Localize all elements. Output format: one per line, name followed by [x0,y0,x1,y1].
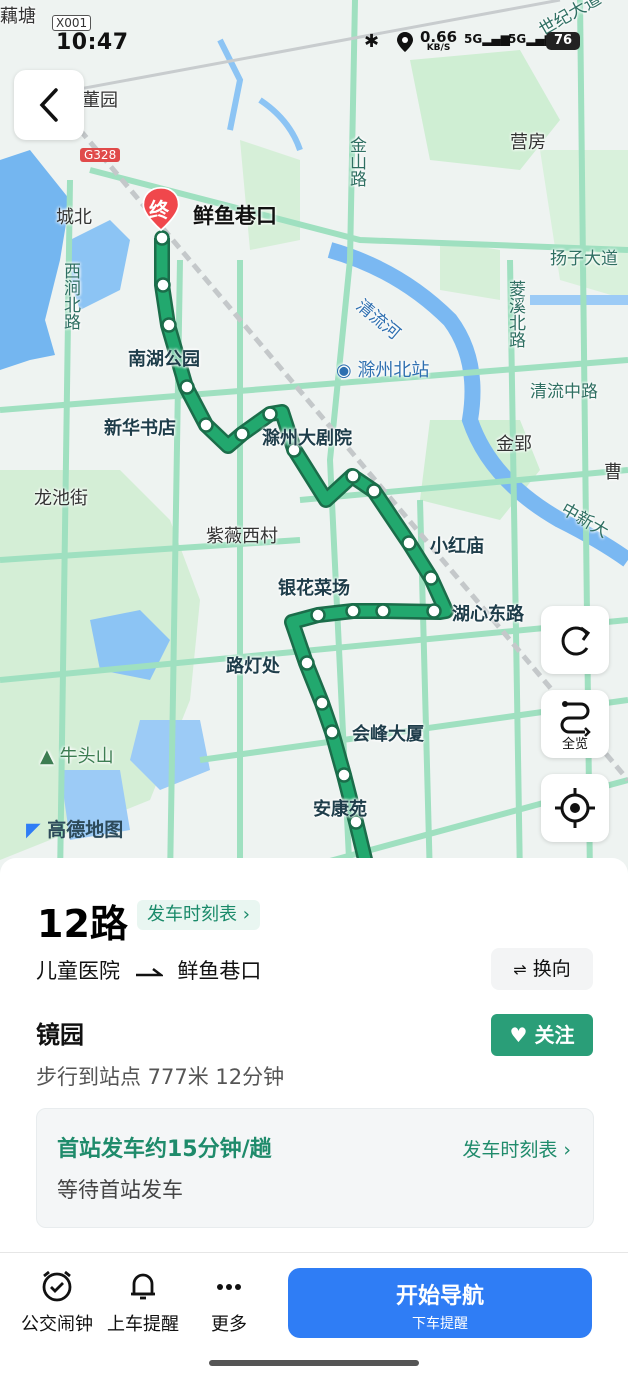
toolbar-divider [0,1252,628,1253]
map-label-chuzhou-north-text: 滁州北站 [357,360,430,381]
timetable-link[interactable]: 发车时刻表 › [462,1135,571,1162]
bluetooth-icon: ✱ [364,31,380,52]
map-stop-huifeng[interactable]: 会峰大厦 [352,720,424,746]
route-overview-icon [560,701,591,737]
map-label-lingxi-road: 菱溪北路 [505,280,525,348]
map-label-longchi: 龙池街 [34,488,88,509]
start-navigation-label: 开始导航 [395,1284,484,1309]
heart-icon: ♥ [509,1023,528,1047]
map-label-xijian-road: 西涧北路 [60,262,80,330]
carrier-tag: X001 [52,15,92,31]
follow-button[interactable]: ♥ 关注 [491,1014,593,1056]
timetable-chip-button[interactable]: 发车时刻表 › [137,900,260,930]
bus-alarm-button[interactable]: 公交闹钟 [12,1268,102,1336]
map-label-niutou: ▲ 牛头山 [40,746,114,767]
map-stop-xinhua[interactable]: 新华书店 [104,414,176,440]
map-stop-nanhu[interactable]: 南湖公园 [128,345,200,371]
map-stop-ankang[interactable]: 安康苑 [313,795,367,821]
locate-button[interactable] [541,774,609,842]
home-indicator[interactable] [209,1360,419,1366]
status-bar: X001 10:47 ✱ 0.66 KB/S 5G▂▄▆ 5G▂▄▆ 76 [0,0,628,70]
refresh-icon [561,626,591,656]
map-brand: ◤ 高德地图 [26,815,123,842]
chevron-left-icon [39,88,58,122]
overview-label: 全览 [561,737,588,752]
signal-1-label: 5G [464,32,483,46]
map-label-jinying: 金郢 [496,434,532,455]
map-label-dongyuan: 董园 [82,90,118,111]
signal-2-label: 5G [508,32,527,46]
map-label-niutou-text: 牛头山 [59,746,114,767]
back-button[interactable] [14,70,84,140]
boarding-reminder-button[interactable]: 上车提醒 [98,1268,188,1336]
map-stop-yinhua[interactable]: 银花菜场 [278,574,350,600]
switch-label: 换向 [532,958,571,980]
more-button[interactable]: 更多 [184,1268,274,1336]
bell-icon [131,1273,155,1300]
map-label-chuzhou-north: ◉ 滁州北站 [336,360,430,381]
map-stop-theater[interactable]: 滁州大剧院 [262,424,352,450]
alight-reminder-label: 下车提醒 [412,1316,468,1332]
map-label-yingfang: 营房 [510,132,546,153]
switch-direction-button[interactable]: ⇌ 换向 [491,948,593,990]
refresh-button[interactable] [541,606,609,674]
to-stop: 鲜鱼巷口 [177,959,262,983]
map-view[interactable]: 藕塘 董园 G328 城北 西涧北路 金山路 营房 扬子大道 世纪大道 清流河 … [0,0,628,880]
departure-info-card: 首站发车约15分钟/趟 发车时刻表 › 等待首站发车 [36,1108,594,1228]
from-stop: 儿童医院 [36,959,120,983]
net-rate: 0.66 KB/S [420,28,457,53]
map-label-chengbei: 城北 [56,207,92,228]
map-stop-huxin[interactable]: 湖心东路 [452,600,524,626]
switch-icon: ⇌ [513,960,527,979]
current-stop-name: 镜园 [36,1021,84,1049]
overview-button[interactable]: 全览 [541,690,609,758]
direction-arrow-icon [135,968,163,977]
frequency-text: 首站发车约15分钟/趟 [57,1137,272,1162]
alarm-clock-icon [42,1270,72,1302]
walk-info: 步行到站点 777米 12分钟 [36,1065,285,1089]
follow-label: 关注 [534,1023,575,1047]
signal-1-icon: 5G▂▄▆ [464,32,510,46]
battery-icon: 76 [546,32,580,50]
more-dots-icon [217,1284,241,1290]
map-stop-xiaohongmiao[interactable]: 小红庙 [430,532,484,558]
route-name: 12路 [37,902,128,946]
amap-logo-icon: ◤ [26,819,41,841]
destination-label[interactable]: 鲜鱼巷口 [193,200,277,230]
location-icon [397,32,413,52]
map-stop-ludeng[interactable]: 路灯处 [226,652,280,678]
locate-icon [555,788,595,828]
wait-status: 等待首站发车 [57,1178,183,1202]
map-brand-text: 高德地图 [47,819,124,841]
start-navigation-button[interactable]: 开始导航 下车提醒 [288,1268,592,1338]
more-label: 更多 [211,1314,247,1335]
destination-badge: 终 [149,198,169,222]
map-label-cao: 曹 [604,462,622,483]
map-label-g328: G328 [80,148,121,162]
map-label-qingliu-mid-road: 清流中路 [530,382,598,402]
route-direction: 儿童医院 鲜鱼巷口 [36,955,261,985]
map-label-ziwei: 紫薇西村 [206,526,278,547]
boarding-reminder-label: 上车提醒 [107,1314,179,1335]
map-label-yangzi-road: 扬子大道 [550,249,618,269]
bus-alarm-label: 公交闹钟 [21,1314,93,1335]
status-time: 10:47 [56,30,129,55]
map-label-jinshan-road: 金山路 [346,136,366,187]
